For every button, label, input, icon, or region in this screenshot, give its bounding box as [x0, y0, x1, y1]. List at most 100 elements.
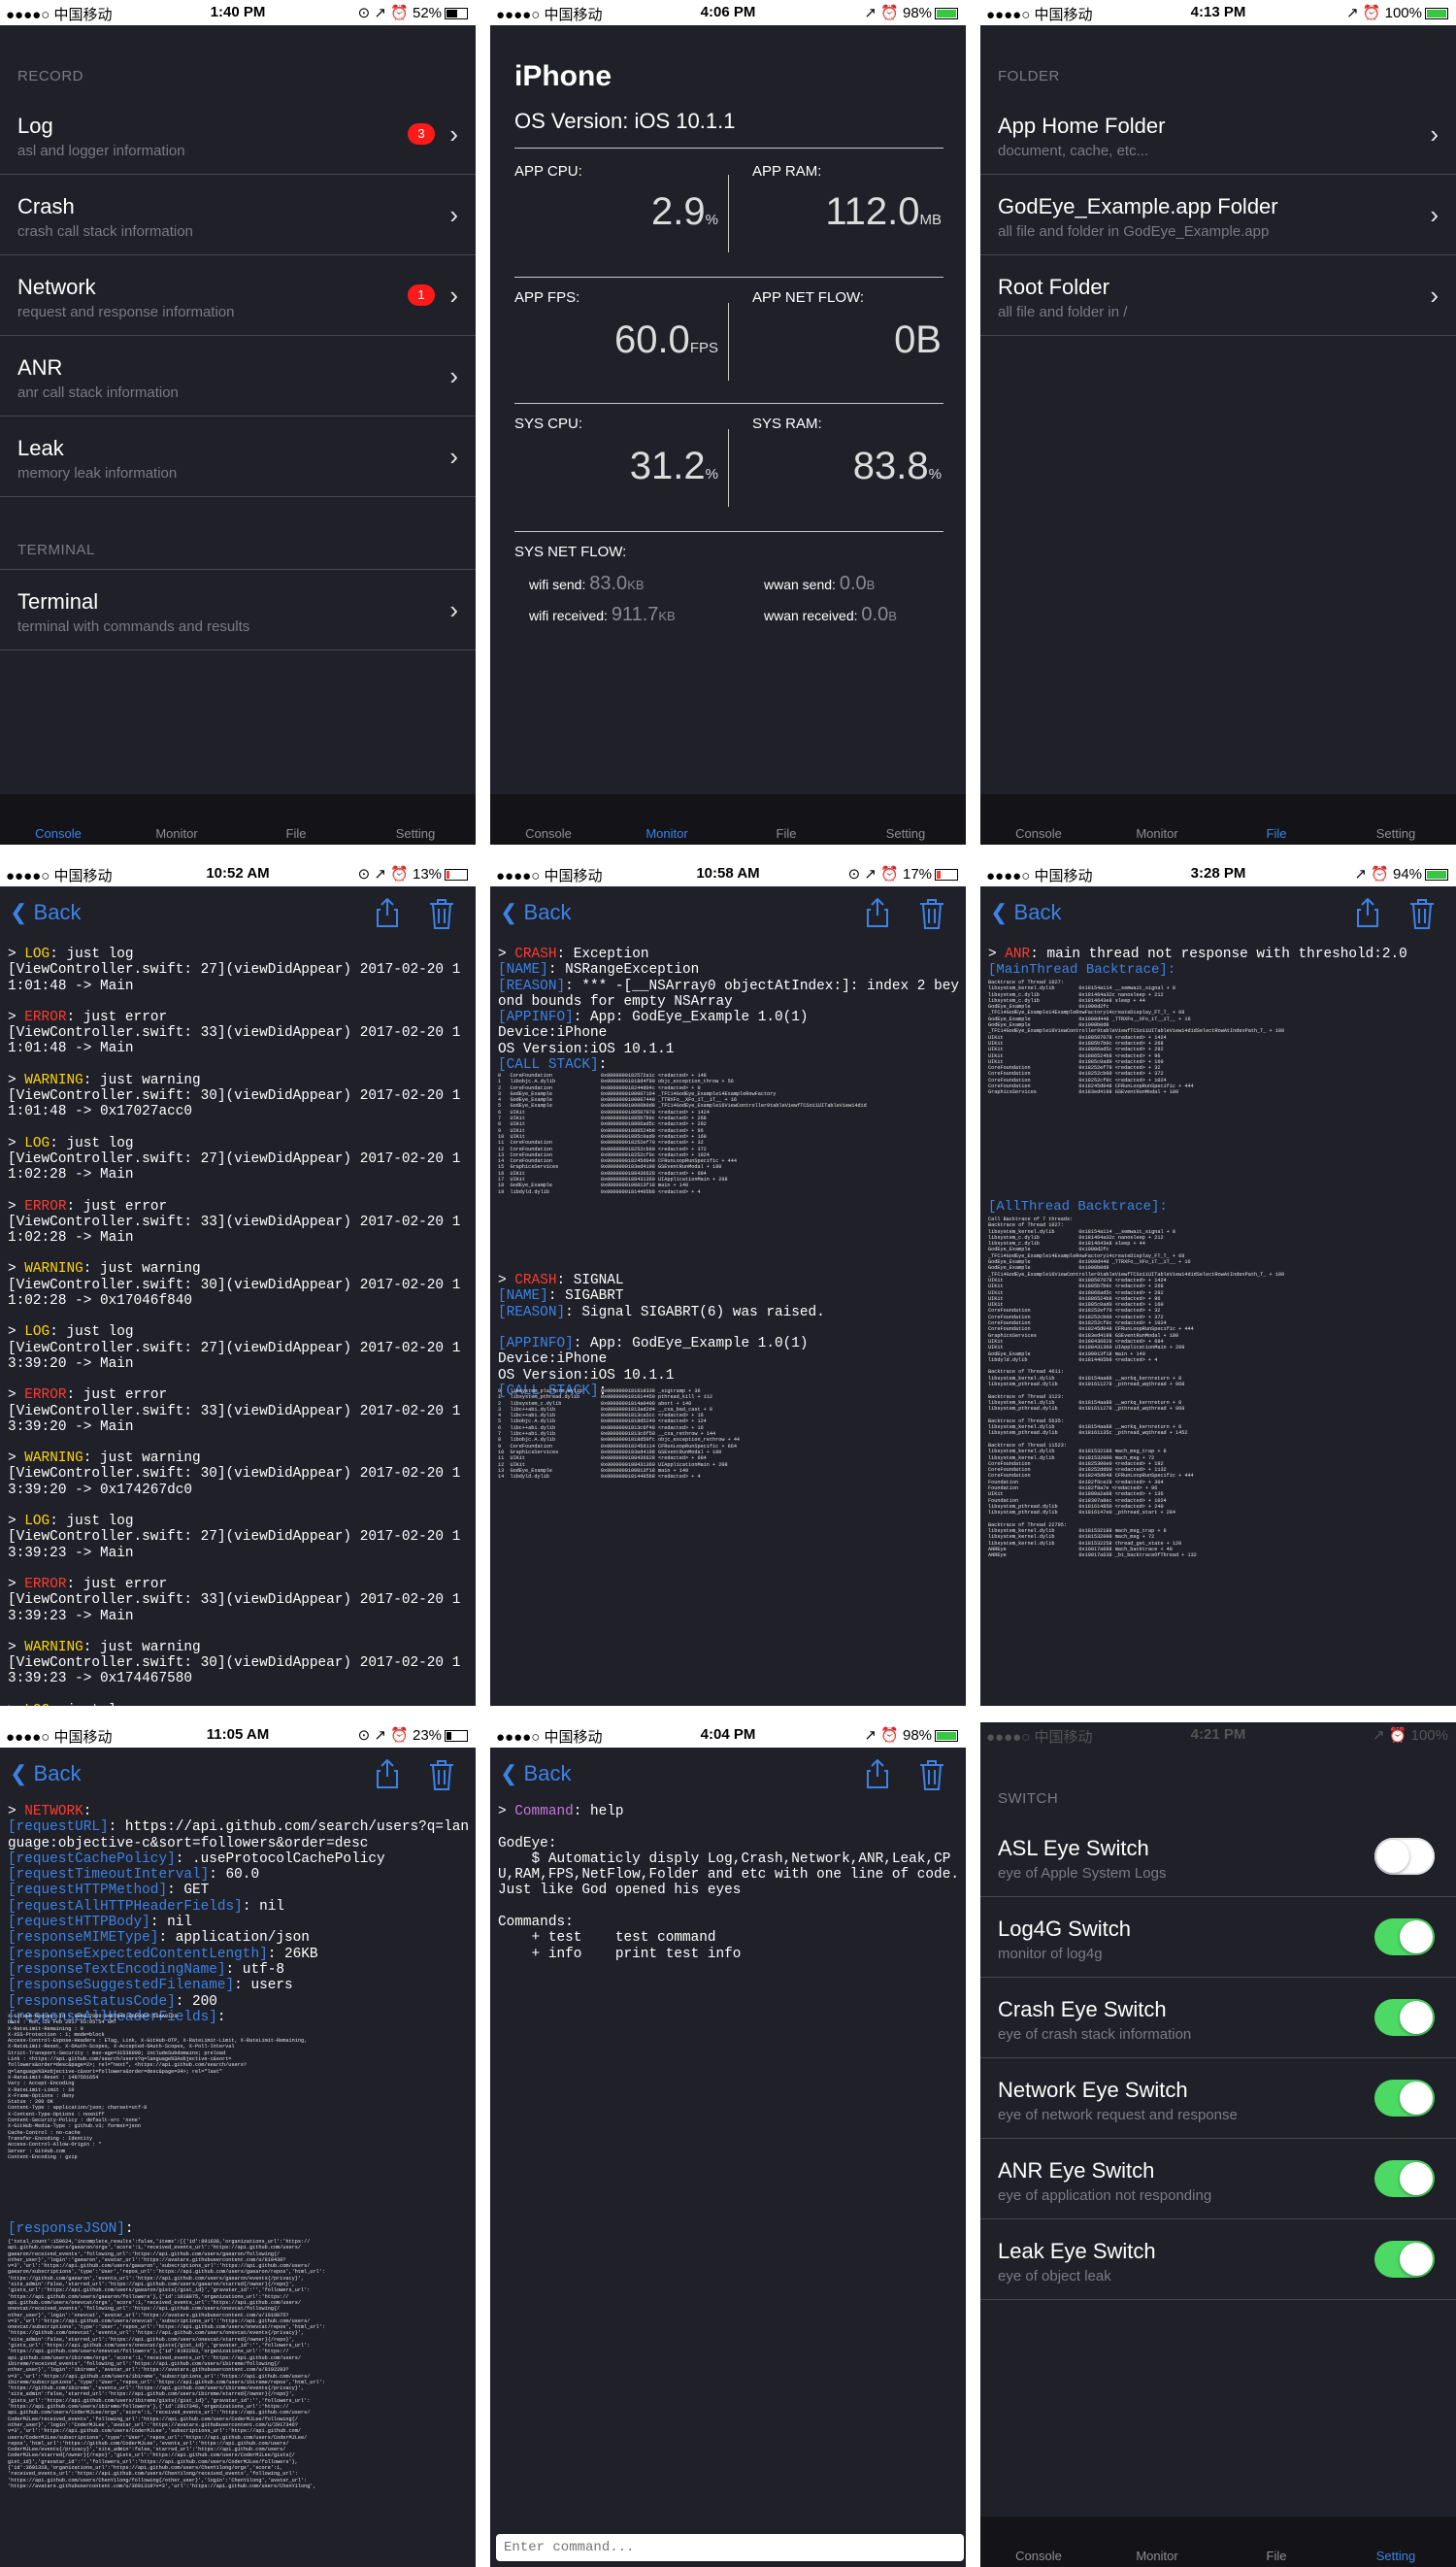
section-terminal: TERMINAL	[17, 542, 95, 558]
chevron-left-icon: ❮	[10, 1761, 34, 1785]
console-screen: ●●●●○ 中国移动 1:40 PM ⊙ ↗ ⏰ 52% RECORD Log a…	[0, 0, 476, 845]
trash-icon[interactable]	[919, 898, 944, 929]
back-button[interactable]: ❮ Back	[500, 900, 571, 925]
tab-file[interactable]: File	[738, 826, 835, 841]
battery-icon	[445, 1730, 468, 1743]
tab-console[interactable]: Console	[990, 826, 1087, 841]
crash-screen: ●●●●○ 中国移动 10:58 AM ⊙ ↗ ⏰ 17% ❮ Back > C…	[490, 861, 966, 1706]
back-button[interactable]: ❮ Back	[10, 1761, 81, 1786]
leak-switch-row: Leak Eye Switch eye of object leak	[980, 2219, 1456, 2300]
network-field: [responseExpectedContentLength]: 26KB	[8, 1946, 318, 1962]
log-type: WARNING	[24, 1450, 83, 1467]
row-crash[interactable]: Crash crash call stack information ›	[0, 175, 476, 255]
toggle-switch[interactable]	[1374, 1918, 1435, 1955]
chevron-right-icon: ›	[1430, 200, 1439, 229]
share-icon[interactable]	[1357, 898, 1378, 927]
status-right: ⊙ ↗ ⏰ 52%	[358, 4, 468, 21]
toggle-switch[interactable]	[1374, 1838, 1435, 1875]
status-right: ↗ ⏰ 100%	[1373, 1727, 1448, 1744]
network-field: [requestHTTPBody]: nil	[8, 1915, 192, 1931]
status-right: ⊙ ↗ ⏰ 17%	[848, 865, 958, 883]
chevron-right-icon: ›	[1430, 119, 1439, 149]
chevron-left-icon: ❮	[500, 1761, 524, 1785]
divider	[728, 429, 729, 507]
trash-icon[interactable]	[919, 1759, 944, 1790]
network-field: [requestURL]: https://api.github.com/sea…	[8, 1819, 469, 1851]
share-icon[interactable]	[377, 898, 398, 927]
log-message: : just log	[50, 1703, 133, 1706]
tab-console[interactable]: Console	[990, 2549, 1087, 2563]
tab-console[interactable]: Console	[500, 826, 597, 841]
log-entry: > WARNING: just warning [ViewController.s…	[8, 1073, 470, 1120]
log-message: : just warning	[83, 1450, 201, 1467]
divider	[514, 531, 943, 532]
tab-monitor[interactable]: Monitor	[618, 826, 715, 841]
log-type: WARNING	[24, 1639, 83, 1655]
status-bar: ●●●●○ 中国移动 4:04 PM ↗ ⏰ 98%	[490, 1722, 966, 1748]
app-cpu-label: APP CPU:	[514, 163, 582, 180]
tab-setting[interactable]: Setting	[857, 826, 954, 841]
share-icon[interactable]	[867, 1759, 888, 1788]
terminal-help-text: GodEye: $ Automaticly disply Log,Crash,N…	[498, 1835, 959, 1962]
back-button[interactable]: ❮ Back	[500, 1761, 571, 1786]
trash-icon[interactable]	[429, 898, 454, 929]
toggle-switch[interactable]	[1374, 2160, 1435, 2197]
battery-icon	[935, 1730, 958, 1743]
row-terminal[interactable]: Terminal terminal with commands and resul…	[0, 569, 476, 650]
back-button[interactable]: ❮ Back	[990, 900, 1061, 925]
log-source: [ViewController.swift: 30](viewDidAppear…	[8, 1277, 461, 1310]
row-app-home-folder[interactable]: App Home Folder document, cache, etc... ›	[980, 94, 1456, 175]
battery-icon	[1425, 8, 1448, 20]
log-type: LOG	[24, 1135, 50, 1151]
log-badge: 3	[408, 123, 435, 145]
network-field: [requestTimeoutInterval]: 60.0	[8, 1867, 260, 1884]
anr-header: > ANR: main thread not response with thr…	[988, 947, 1407, 962]
share-icon[interactable]	[867, 898, 888, 927]
toggle-switch[interactable]	[1374, 2080, 1435, 2117]
chevron-right-icon: ›	[449, 200, 458, 229]
log-message: : just error	[66, 1387, 168, 1404]
tab-setting[interactable]: Setting	[1347, 826, 1444, 841]
divider	[728, 303, 729, 381]
log-message: : just error	[66, 1198, 168, 1215]
tab-setting[interactable]: Setting	[1347, 2549, 1444, 2563]
row-log[interactable]: Log asl and logger information 3 ›	[0, 94, 476, 175]
row-leak[interactable]: Leak memory leak information ›	[0, 417, 476, 497]
wifi-received: wifi received: 911.7KB	[529, 604, 676, 625]
divider	[514, 403, 943, 404]
tab-bar: Console Monitor File Setting	[0, 794, 476, 845]
trash-icon[interactable]	[429, 1759, 454, 1790]
log-type: ERROR	[24, 1009, 67, 1025]
back-button[interactable]: ❮ Back	[10, 900, 81, 925]
trash-icon[interactable]	[1409, 898, 1435, 929]
tab-monitor[interactable]: Monitor	[1109, 2549, 1206, 2563]
log-message: : just log	[50, 947, 134, 962]
chevron-right-icon: ›	[449, 442, 458, 471]
status-bar: ●●●●○ 中国移动 11:05 AM ⊙ ↗ ⏰ 23%	[0, 1722, 476, 1748]
row-network[interactable]: Network request and response information …	[0, 255, 476, 336]
log-entry: > ERROR: just error [ViewController.swift…	[8, 1387, 470, 1435]
app-net-label: APP NET FLOW:	[752, 289, 865, 306]
tab-file[interactable]: File	[248, 826, 345, 841]
row-app-bundle-folder[interactable]: GodEye_Example.app Folder all file and fo…	[980, 175, 1456, 255]
command-input[interactable]	[496, 2534, 964, 2561]
tab-file[interactable]: File	[1228, 826, 1325, 841]
tab-monitor[interactable]: Monitor	[1109, 826, 1206, 841]
tab-monitor[interactable]: Monitor	[128, 826, 225, 841]
toggle-switch[interactable]	[1374, 2241, 1435, 2278]
app-net-value: 0B	[894, 318, 942, 361]
tab-console[interactable]: Console	[10, 826, 107, 841]
row-root-folder[interactable]: Root Folder all file and folder in / ›	[980, 255, 1456, 336]
share-icon[interactable]	[377, 1759, 398, 1788]
network-field: [responseStatusCode]: 200	[8, 1993, 217, 2010]
chevron-right-icon: ›	[1430, 281, 1439, 310]
tab-setting[interactable]: Setting	[367, 826, 464, 841]
switch-subtitle: eye of application not responding	[998, 2187, 1212, 2204]
log-entry: > ERROR: just error [ViewController.swift…	[8, 1010, 470, 1057]
log-source: [ViewController.swift: 27](viewDidAppear…	[8, 1529, 461, 1561]
toggle-switch[interactable]	[1374, 1999, 1435, 2036]
tab-file[interactable]: File	[1228, 2549, 1325, 2563]
main-backtrace: Backtrace of Thread 1027: libsystem_kern…	[988, 980, 1285, 1094]
row-anr[interactable]: ANR anr call stack information ›	[0, 336, 476, 417]
network-title: NETWORK	[24, 1804, 83, 1819]
